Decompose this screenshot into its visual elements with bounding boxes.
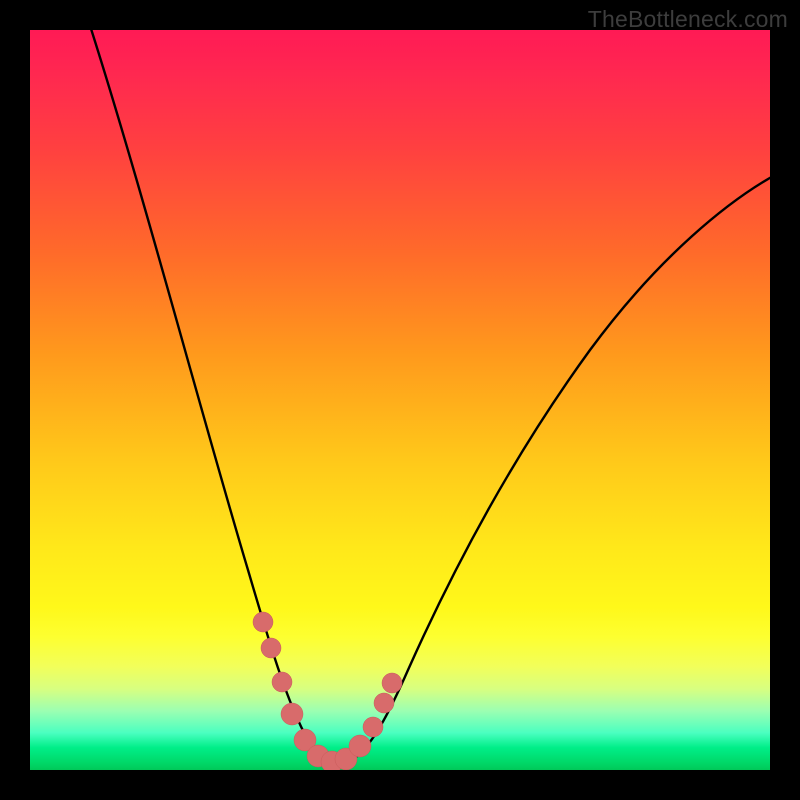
plot-area [30, 30, 770, 770]
curve-layer [30, 30, 770, 770]
watermark-text: TheBottleneck.com [588, 6, 788, 33]
chart-frame: TheBottleneck.com [0, 0, 800, 800]
bottleneck-curve [85, 30, 770, 765]
highlight-dots [253, 612, 402, 770]
